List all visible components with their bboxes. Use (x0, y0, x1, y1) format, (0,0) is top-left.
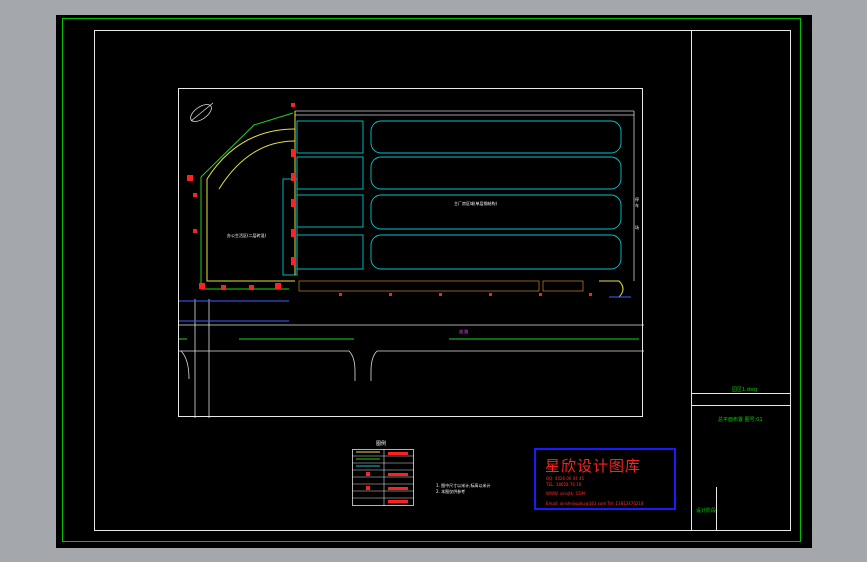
legend-title: 图例 (376, 441, 387, 447)
road (179, 299, 644, 418)
title-block-rule (692, 393, 791, 394)
brand-qq: QQ: 4026 06 04 45 (546, 476, 585, 481)
title-block-divider (691, 30, 692, 531)
brand-tel: TEL: 18628 76 16 (546, 482, 582, 487)
building-label: 主厂房区域(单层钢结构) (454, 201, 498, 206)
side-label: 停车 (635, 197, 639, 208)
blue-utility-line (179, 296, 631, 322)
building-outline (295, 110, 635, 281)
site-plan-drawing (179, 102, 644, 418)
legend-grid (352, 449, 414, 506)
hall-blocks (282, 120, 622, 276)
legend-table: 图例 1. 图中尺寸以米计,标高以米计 2. 本图仅供参考 (352, 441, 490, 506)
designer-label: 设计阶段 (696, 508, 717, 514)
brand-contact: Email: xinshejiquku@163.com Tel: 1381347… (546, 501, 644, 506)
title-block-rule (692, 405, 791, 406)
brand-title: 星欣设计图库 (545, 457, 642, 475)
yard-label: 办公生活区(二层砖混) (227, 233, 267, 238)
brand-site: WWW. xinsjtk. COM (546, 491, 585, 496)
survey-markers (187, 103, 592, 296)
drawing-label: 总平面布置 图号:01 (718, 417, 763, 423)
north-arrow-icon (190, 102, 214, 122)
site-plan-frame: 主厂房区域(单层钢结构) 办公生活区(二层砖混) 道 路 停车 场 (178, 88, 644, 418)
legend-note: 2. 本图仅供参考 (436, 489, 466, 494)
green-site-line (179, 112, 639, 340)
brand-stamp: 星欣设计图库 QQ: 4026 06 04 45 TEL: 18628 76 1… (534, 448, 676, 510)
road-label: 道 路 (459, 329, 469, 334)
side-label: 场 (635, 225, 639, 230)
project-label: 园区1.dwg (732, 387, 758, 393)
title-block-rule (716, 487, 717, 531)
parking-row (298, 280, 584, 292)
